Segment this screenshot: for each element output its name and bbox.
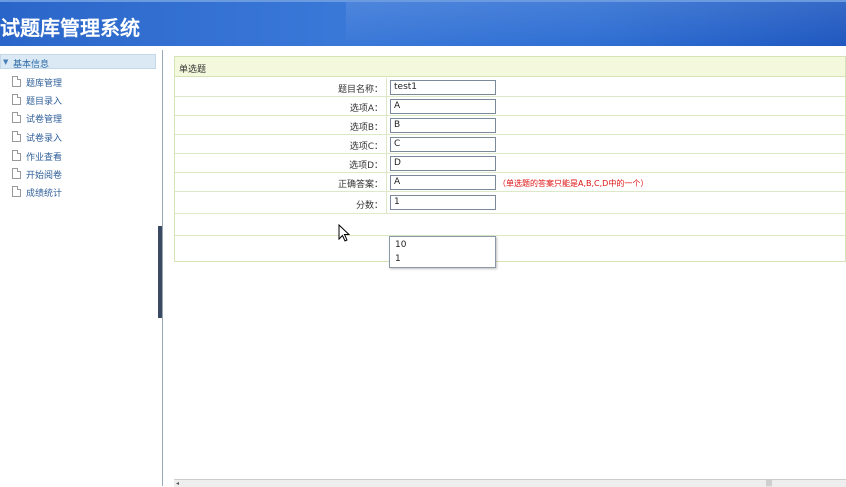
splitter-line xyxy=(162,50,163,486)
document-icon xyxy=(12,186,21,197)
form-row-empty xyxy=(175,214,845,236)
field-label: 选项D： xyxy=(349,161,383,171)
field-label: 选项C： xyxy=(349,142,383,152)
sidebar-item-label: 试卷录入 xyxy=(26,134,63,144)
option-c-input[interactable]: C xyxy=(390,137,496,152)
cell-divider xyxy=(386,135,387,153)
app-header: 试题库管理系统 xyxy=(0,0,846,46)
sidebar-item-homework-view[interactable]: 作业查看 xyxy=(12,148,152,165)
sidebar-item-label: 题目录入 xyxy=(26,97,63,107)
field-label: 选项A： xyxy=(349,104,383,114)
app-title: 试题库管理系统 xyxy=(0,16,140,40)
panel-header: 单选题 xyxy=(175,57,845,77)
field-label: 正确答案： xyxy=(337,180,383,190)
option-d-input[interactable]: D xyxy=(390,156,496,171)
cell-divider xyxy=(386,97,387,115)
correct-answer-input[interactable]: A xyxy=(390,175,496,190)
document-icon xyxy=(12,131,21,142)
form-row-title: 题目名称： test1 xyxy=(175,78,845,97)
sidebar-item-question-entry[interactable]: 题目录入 xyxy=(12,92,152,109)
sidebar: ▼ 基本信息 题库管理 题目录入 试卷管理 试卷录入 作业查看 开始阅卷 成绩统… xyxy=(0,50,158,486)
form-row-option-c: 选项C： C xyxy=(175,135,845,154)
autocomplete-option[interactable]: 10 xyxy=(395,240,406,250)
autocomplete-dropdown: 10 1 xyxy=(389,236,496,268)
cell-divider xyxy=(386,173,387,191)
sidebar-item-label: 开始阅卷 xyxy=(26,171,63,181)
document-icon xyxy=(12,150,21,161)
mouse-pointer-icon xyxy=(338,224,350,242)
form-row-option-d: 选项D： D xyxy=(175,154,845,173)
sidebar-item-label: 试卷管理 xyxy=(26,115,63,125)
sidebar-splitter-handle[interactable] xyxy=(158,226,162,318)
form-row-score: 分数： 1 xyxy=(175,192,845,214)
cell-divider xyxy=(386,154,387,172)
field-label: 题目名称： xyxy=(337,85,383,95)
document-icon xyxy=(12,168,21,179)
cell-divider xyxy=(386,192,387,213)
sidebar-item-score-stats[interactable]: 成绩统计 xyxy=(12,184,152,201)
form-row-option-b: 选项B： B xyxy=(175,116,845,135)
sidebar-section-header[interactable]: ▼ 基本信息 xyxy=(0,54,156,70)
document-icon xyxy=(12,76,21,87)
autocomplete-option[interactable]: 1 xyxy=(395,254,401,264)
cell-divider xyxy=(386,116,387,134)
document-icon xyxy=(12,94,21,105)
answer-hint-text: （单选题的答案只能是A,B,C,D中的一个） xyxy=(498,179,649,188)
sidebar-item-label: 成绩统计 xyxy=(26,189,63,199)
question-title-input[interactable]: test1 xyxy=(390,80,496,95)
score-input[interactable]: 1 xyxy=(390,195,496,210)
sidebar-item-paper-entry[interactable]: 试卷录入 xyxy=(12,129,152,146)
panel-title: 单选题 xyxy=(179,65,207,75)
header-decoration xyxy=(346,2,846,46)
form-row-answer: 正确答案： A （单选题的答案只能是A,B,C,D中的一个） xyxy=(175,173,845,192)
sidebar-section-label: 基本信息 xyxy=(13,60,50,70)
form-row-option-a: 选项A： A xyxy=(175,97,845,116)
sidebar-item-label: 作业查看 xyxy=(26,153,63,163)
question-form-panel: 单选题 题目名称： test1 选项A： A 选项B： B 选项C： C 选项D… xyxy=(174,56,846,262)
sidebar-item-paper-manage[interactable]: 试卷管理 xyxy=(12,110,152,127)
expand-arrow-icon: ▼ xyxy=(3,58,9,66)
cell-divider xyxy=(386,78,387,96)
field-label: 选项B： xyxy=(349,123,383,133)
sidebar-item-start-grading[interactable]: 开始阅卷 xyxy=(12,166,152,183)
sidebar-item-question-bank[interactable]: 题库管理 xyxy=(12,74,152,91)
field-label: 分数： xyxy=(355,201,383,211)
document-icon xyxy=(12,112,21,123)
sidebar-item-label: 题库管理 xyxy=(26,79,63,89)
option-a-input[interactable]: A xyxy=(390,99,496,114)
option-b-input[interactable]: B xyxy=(390,118,496,133)
